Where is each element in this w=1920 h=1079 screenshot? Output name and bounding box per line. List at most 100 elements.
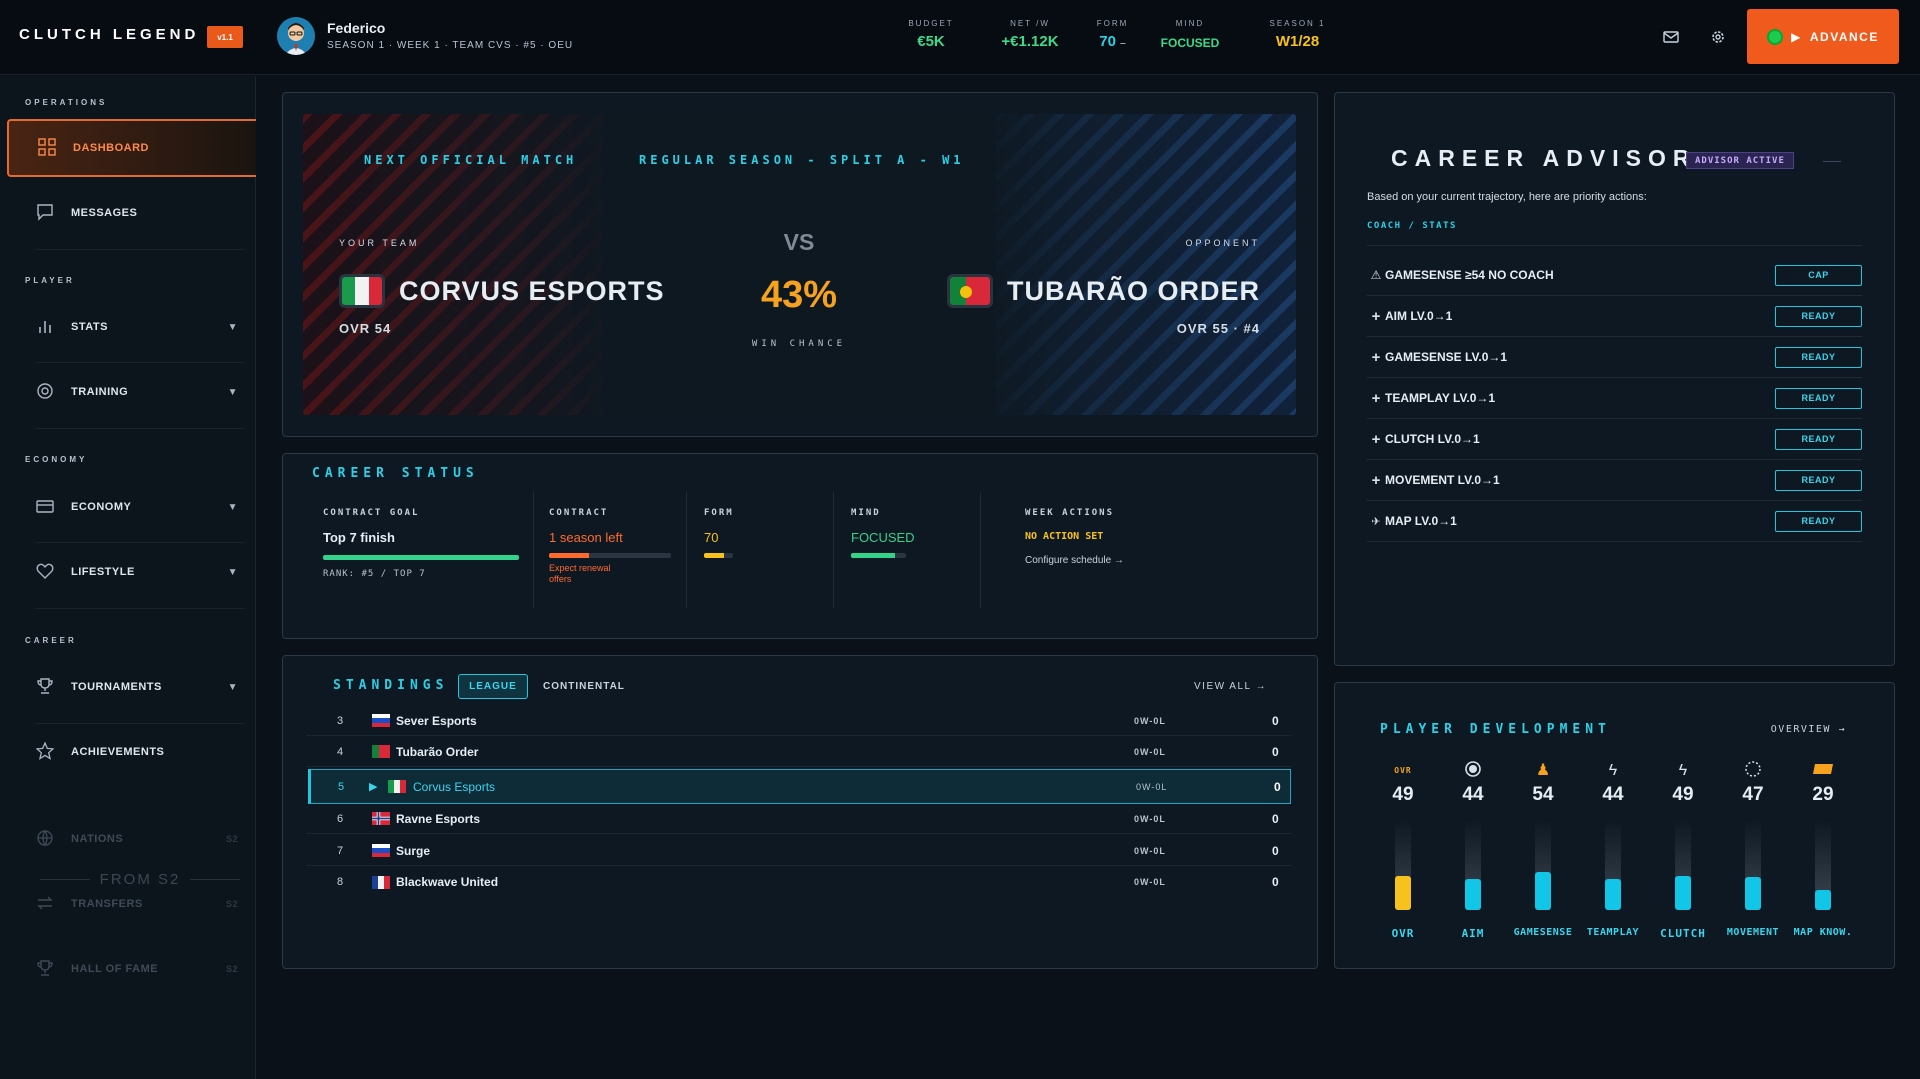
sidebar-item-messages[interactable]: MESSAGES <box>7 184 256 242</box>
attribute-map-knowledge: 29 MAP KNOW. <box>1790 760 1856 938</box>
star-icon <box>35 741 55 762</box>
team-points: 0 <box>1272 744 1279 759</box>
top-bar: CLUTCH LEGEND v1.1 Federico SEASON 1 · W… <box>0 0 1920 75</box>
table-row[interactable]: 8 Blackwave United 0W-0L 0 <box>306 867 1291 897</box>
team-points: 0 <box>1272 875 1279 889</box>
sidebar-item-label: NATIONS <box>71 833 124 845</box>
view-all-link[interactable]: VIEW ALL → <box>1194 681 1267 692</box>
avatar[interactable] <box>277 17 315 55</box>
form-label: FORM <box>1096 19 1129 28</box>
divider <box>980 492 981 608</box>
sidebar-item-dashboard[interactable]: DASHBOARD <box>7 119 256 177</box>
sidebar-item-training[interactable]: TRAINING ▼ <box>7 363 256 421</box>
tab-league[interactable]: LEAGUE <box>458 674 528 699</box>
section-career: CAREER <box>25 636 77 645</box>
map-icon <box>1790 760 1856 782</box>
attribute-bar <box>1815 820 1831 910</box>
attribute-value: 44 <box>1602 784 1624 805</box>
contract: CONTRACT 1 season left Expect renewal of… <box>549 508 679 585</box>
advisor-item[interactable]: + MOVEMENT LV.0→1 READY <box>1367 460 1862 501</box>
table-row-highlighted[interactable]: 5 ▶ Corvus Esports 0W-0L 0 <box>308 769 1291 804</box>
net-week-value: +€1.12K <box>1001 33 1059 50</box>
divider <box>533 492 534 608</box>
mind-progress <box>851 553 906 558</box>
mind: MIND FOCUSED <box>851 508 951 558</box>
mind-value: FOCUSED <box>1160 36 1220 50</box>
advisor-action-button[interactable]: READY <box>1775 469 1862 491</box>
table-row[interactable]: 3 Sever Esports 0W-0L 0 <box>306 706 1291 736</box>
contract-goal-value: Top 7 finish <box>323 530 395 545</box>
attribute-bar <box>1465 820 1481 910</box>
tab-continental[interactable]: CONTINENTAL <box>543 681 625 692</box>
mail-icon[interactable] <box>1662 28 1680 46</box>
advisor-action-button[interactable]: READY <box>1775 346 1862 368</box>
sidebar-item-lifestyle[interactable]: LIFESTYLE ▼ <box>7 543 256 601</box>
opponent-label: OPPONENT <box>1185 238 1260 248</box>
advisor-action-button[interactable]: READY <box>1775 510 1862 532</box>
career-status-title: CAREER STATUS <box>312 466 479 481</box>
advisor-item[interactable]: + CLUTCH LV.0→1 READY <box>1367 419 1862 460</box>
chevron-down-icon: ▼ <box>227 321 238 333</box>
advisor-item[interactable]: + AIM LV.0→1 READY <box>1367 296 1862 337</box>
trophy-icon <box>35 959 55 979</box>
attribute-bar-fill <box>1675 876 1691 910</box>
attribute-bar-fill <box>1535 872 1551 910</box>
advisor-status-badge: ADVISOR ACTIVE <box>1686 152 1794 169</box>
sidebar-item-label: ECONOMY <box>71 501 132 513</box>
form-value: 70 <box>1099 33 1116 50</box>
sidebar-item-tournaments[interactable]: TOURNAMENTS ▼ <box>7 658 256 716</box>
contract-value: 1 season left <box>549 530 623 545</box>
plus-icon: + <box>1371 389 1381 407</box>
table-row[interactable]: 4 Tubarão Order 0W-0L 0 <box>306 737 1291 767</box>
advisor-item[interactable]: ✈ MAP LV.0→1 READY <box>1367 501 1862 542</box>
heart-icon <box>35 562 55 582</box>
advisor-item[interactable]: ⚠ GAMESENSE ≥54 NO COACH CAP <box>1367 255 1862 296</box>
table-row[interactable]: 7 Surge 0W-0L 0 <box>306 836 1291 866</box>
career-status-panel: CAREER STATUS CONTRACT GOAL Top 7 finish… <box>282 453 1318 639</box>
plus-icon: + <box>1371 307 1381 325</box>
advisor-item-label: TEAMPLAY LV.0→1 <box>1385 391 1496 405</box>
sidebar-item-stats[interactable]: STATS ▼ <box>7 298 256 356</box>
season-stat: SEASON 1 W1/28 <box>1255 19 1340 50</box>
opponent-name: TUBARÃO ORDER <box>1007 275 1260 306</box>
attribute-bar <box>1605 820 1621 910</box>
trophy-icon <box>35 677 55 697</box>
team-name: Ravne Esports <box>396 811 481 826</box>
match-card[interactable]: NEXT OFFICIAL MATCH REGULAR SEASON - SPL… <box>303 114 1296 415</box>
sidebar-item-economy[interactable]: ECONOMY ▼ <box>7 478 256 536</box>
overview-link[interactable]: OVERVIEW → <box>1771 724 1846 735</box>
advisor-filter[interactable]: COACH / STATS <box>1367 221 1457 231</box>
form-label: FORM <box>704 508 734 518</box>
advisor-item[interactable]: + TEAMPLAY LV.0→1 READY <box>1367 378 1862 419</box>
win-chance-label: WIN CHANCE <box>751 339 847 349</box>
net-week-stat: NET /W +€1.12K <box>980 19 1080 50</box>
attribute-name: OVR <box>1391 927 1415 940</box>
attribute-bar <box>1395 820 1411 910</box>
sidebar-item-achievements[interactable]: ACHIEVEMENTS <box>7 723 256 781</box>
sidebar-item-label: ACHIEVEMENTS <box>71 746 165 758</box>
rank: 4 <box>337 745 344 758</box>
france-flag-icon <box>372 875 390 889</box>
team-points: 0 <box>1272 713 1279 728</box>
advisor-action-button[interactable]: READY <box>1775 387 1862 409</box>
attribute-name: GAMESENSE <box>1513 927 1573 938</box>
advisor-action-button[interactable]: READY <box>1775 305 1862 327</box>
grid-icon <box>37 138 57 158</box>
section-operations: OPERATIONS <box>25 98 108 107</box>
season-value: W1/28 <box>1275 33 1320 50</box>
configure-schedule-link[interactable]: Configure schedule → <box>1025 555 1225 566</box>
advance-button[interactable]: ▶ ADVANCE <box>1747 9 1899 64</box>
team-record: 0W-0L <box>1134 845 1166 856</box>
ovr-tag: OVR <box>1394 766 1412 775</box>
advisor-action-button[interactable]: CAP <box>1775 264 1862 286</box>
team-record: 0W-0L <box>1134 813 1166 824</box>
budget-value: €5K <box>917 33 945 50</box>
team-record: 0W-0L <box>1134 715 1166 726</box>
table-row[interactable]: 6 Ravne Esports 0W-0L 0 <box>306 804 1291 834</box>
portugal-flag-icon <box>947 274 993 308</box>
gear-icon[interactable] <box>1709 28 1727 46</box>
advisor-action-button[interactable]: READY <box>1775 428 1862 450</box>
russia-flag-icon <box>372 844 390 857</box>
advisor-item[interactable]: + GAMESENSE LV.0→1 READY <box>1367 337 1862 378</box>
contract-goal-progress <box>323 555 519 560</box>
